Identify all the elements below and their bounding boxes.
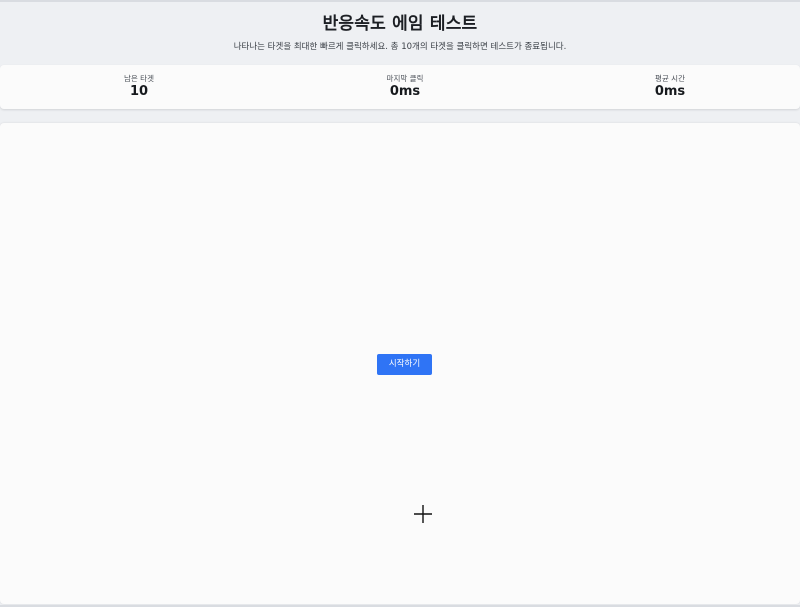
page-instructions: 나타나는 타겟을 최대한 빠르게 클릭하세요. 총 10개의 타겟을 클릭하면 … (233, 42, 567, 52)
stats-panel: 남은 타겟 10 마지막 클릭 0ms 평균 시간 0ms (0, 65, 800, 109)
stat-avg-label: 평균 시간 (655, 74, 685, 83)
game-arena[interactable]: 시작하기 (0, 123, 800, 604)
stat-last-value: 0ms (389, 84, 421, 99)
stat-remaining-value: 10 (129, 84, 149, 99)
page-title: 반응속도 에임 테스트 (322, 14, 478, 34)
stat-remaining-label: 남은 타겟 (124, 74, 154, 83)
start-button[interactable]: 시작하기 (377, 354, 432, 375)
aim-test-page: 반응속도 에임 테스트 나타나는 타겟을 최대한 빠르게 클릭하세요. 총 10… (0, 0, 800, 607)
crosshair-icon (414, 505, 432, 523)
stat-avg-value: 0ms (654, 84, 686, 99)
stat-last-label: 마지막 클릭 (386, 74, 424, 83)
header: 반응속도 에임 테스트 나타나는 타겟을 최대한 빠르게 클릭하세요. 총 10… (0, 2, 800, 64)
